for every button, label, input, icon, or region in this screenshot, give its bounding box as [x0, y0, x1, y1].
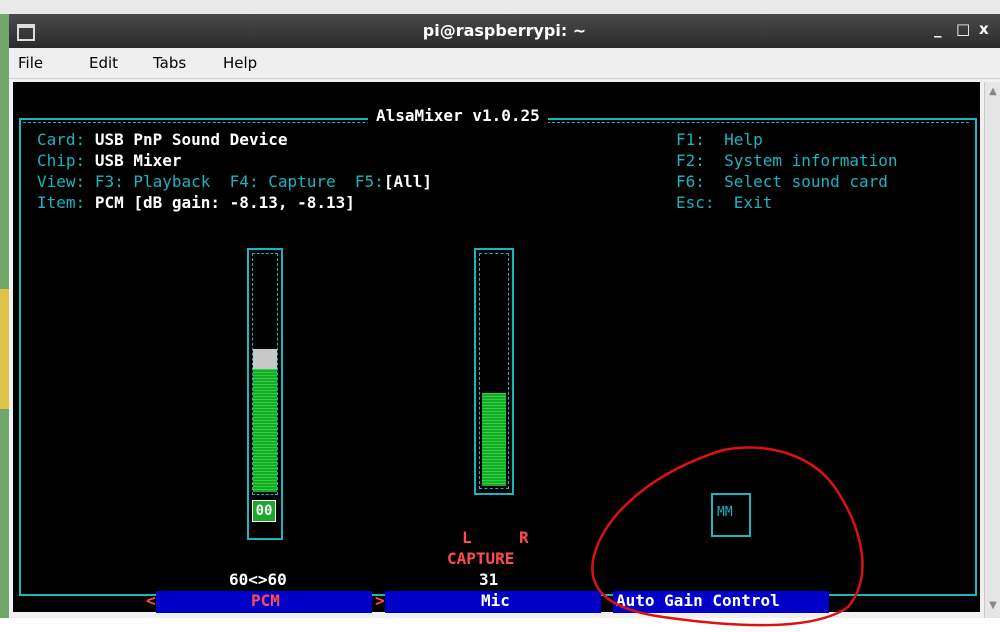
shortcut-label: Help — [724, 130, 763, 149]
close-button[interactable]: x — [979, 20, 989, 38]
window-title: pi@raspberrypi: ~ — [422, 21, 587, 40]
shortcut-help[interactable]: F1: Help — [676, 130, 763, 150]
mic-slider[interactable] — [474, 248, 514, 495]
view-label: View: — [37, 172, 86, 191]
chip-line: Chip: USB Mixer — [37, 151, 182, 171]
pcm-value: 60<>60 — [229, 570, 287, 589]
pcm-left-marker: < — [146, 591, 156, 610]
scroll-down-icon[interactable]: ▼ — [987, 600, 999, 612]
shortcut-key: F2: — [676, 151, 705, 170]
mic-label: Mic — [481, 591, 510, 610]
pcm-mute-toggle[interactable]: 00 — [252, 500, 276, 522]
card-label: Card: — [37, 130, 86, 149]
shortcut-key: Esc: — [676, 193, 715, 212]
card-value: USB PnP Sound Device — [94, 130, 288, 149]
mic-right-channel: R — [519, 528, 529, 547]
menu-help[interactable]: Help — [223, 54, 257, 72]
shortcut-label: System information — [724, 151, 898, 170]
view-all-key: F5: — [354, 172, 384, 191]
menu-edit[interactable]: Edit — [89, 54, 118, 72]
view-capture-option[interactable]: F4: Capture — [230, 172, 336, 191]
menu-tabs[interactable]: Tabs — [153, 54, 186, 72]
terminal-scrollbar[interactable]: ▲ ▼ — [984, 82, 1000, 618]
menu-file[interactable]: File — [18, 54, 43, 72]
shortcut-label: Select sound card — [724, 172, 888, 191]
background-desktop-strip — [0, 0, 1000, 14]
desktop-edge — [0, 14, 9, 618]
annotation-circle — [591, 446, 864, 627]
minimize-button[interactable]: _ — [934, 20, 942, 38]
item-value: PCM [dB gain: -8.13, -8.13] — [94, 193, 355, 212]
mic-level-bar — [482, 393, 506, 486]
pcm-slider[interactable]: 00 — [247, 248, 283, 540]
mixer-title: AlsaMixer v1.0.25 — [368, 106, 548, 126]
maximize-button[interactable]: □ — [956, 20, 970, 38]
item-label: Item: — [37, 193, 86, 212]
chip-label: Chip: — [37, 151, 86, 170]
scroll-up-icon[interactable]: ▲ — [987, 86, 999, 98]
mic-left-channel: L — [462, 528, 472, 547]
shortcut-system-info[interactable]: F2: System information — [676, 151, 898, 171]
pcm-label: PCM — [251, 591, 280, 610]
mic-value: 31 — [479, 570, 499, 589]
pcm-right-marker: > — [375, 591, 385, 610]
view-all-option[interactable]: [All] — [384, 172, 432, 191]
menu-bar: File Edit Tabs Help — [9, 48, 1000, 79]
view-line: View: F3: Playback F4: Capture F5:[All] — [37, 172, 432, 192]
title-bar[interactable]: pi@raspberrypi: ~ _ □ x — [9, 14, 1000, 48]
terminal-area[interactable]: AlsaMixer v1.0.25 Card: USB PnP Sound De… — [13, 82, 980, 627]
shortcut-label: Exit — [733, 193, 773, 212]
shortcut-select-card[interactable]: F6: Select sound card — [676, 172, 888, 192]
card-line: Card: USB PnP Sound Device — [37, 130, 287, 150]
item-line: Item: PCM [dB gain: -8.13, -8.13] — [37, 193, 355, 213]
shortcut-exit[interactable]: Esc: Exit — [676, 193, 772, 213]
terminal-window: pi@raspberrypi: ~ _ □ x File Edit Tabs H… — [9, 14, 1000, 627]
view-playback-option[interactable]: F3: Playback — [95, 172, 211, 191]
shortcut-key: F1: — [676, 130, 705, 149]
chip-value: USB Mixer — [94, 151, 182, 170]
pcm-level-bar — [253, 369, 277, 492]
shortcut-key: F6: — [676, 172, 705, 191]
mic-capture-label: CAPTURE — [447, 549, 515, 568]
pcm-level-peak — [253, 349, 277, 369]
